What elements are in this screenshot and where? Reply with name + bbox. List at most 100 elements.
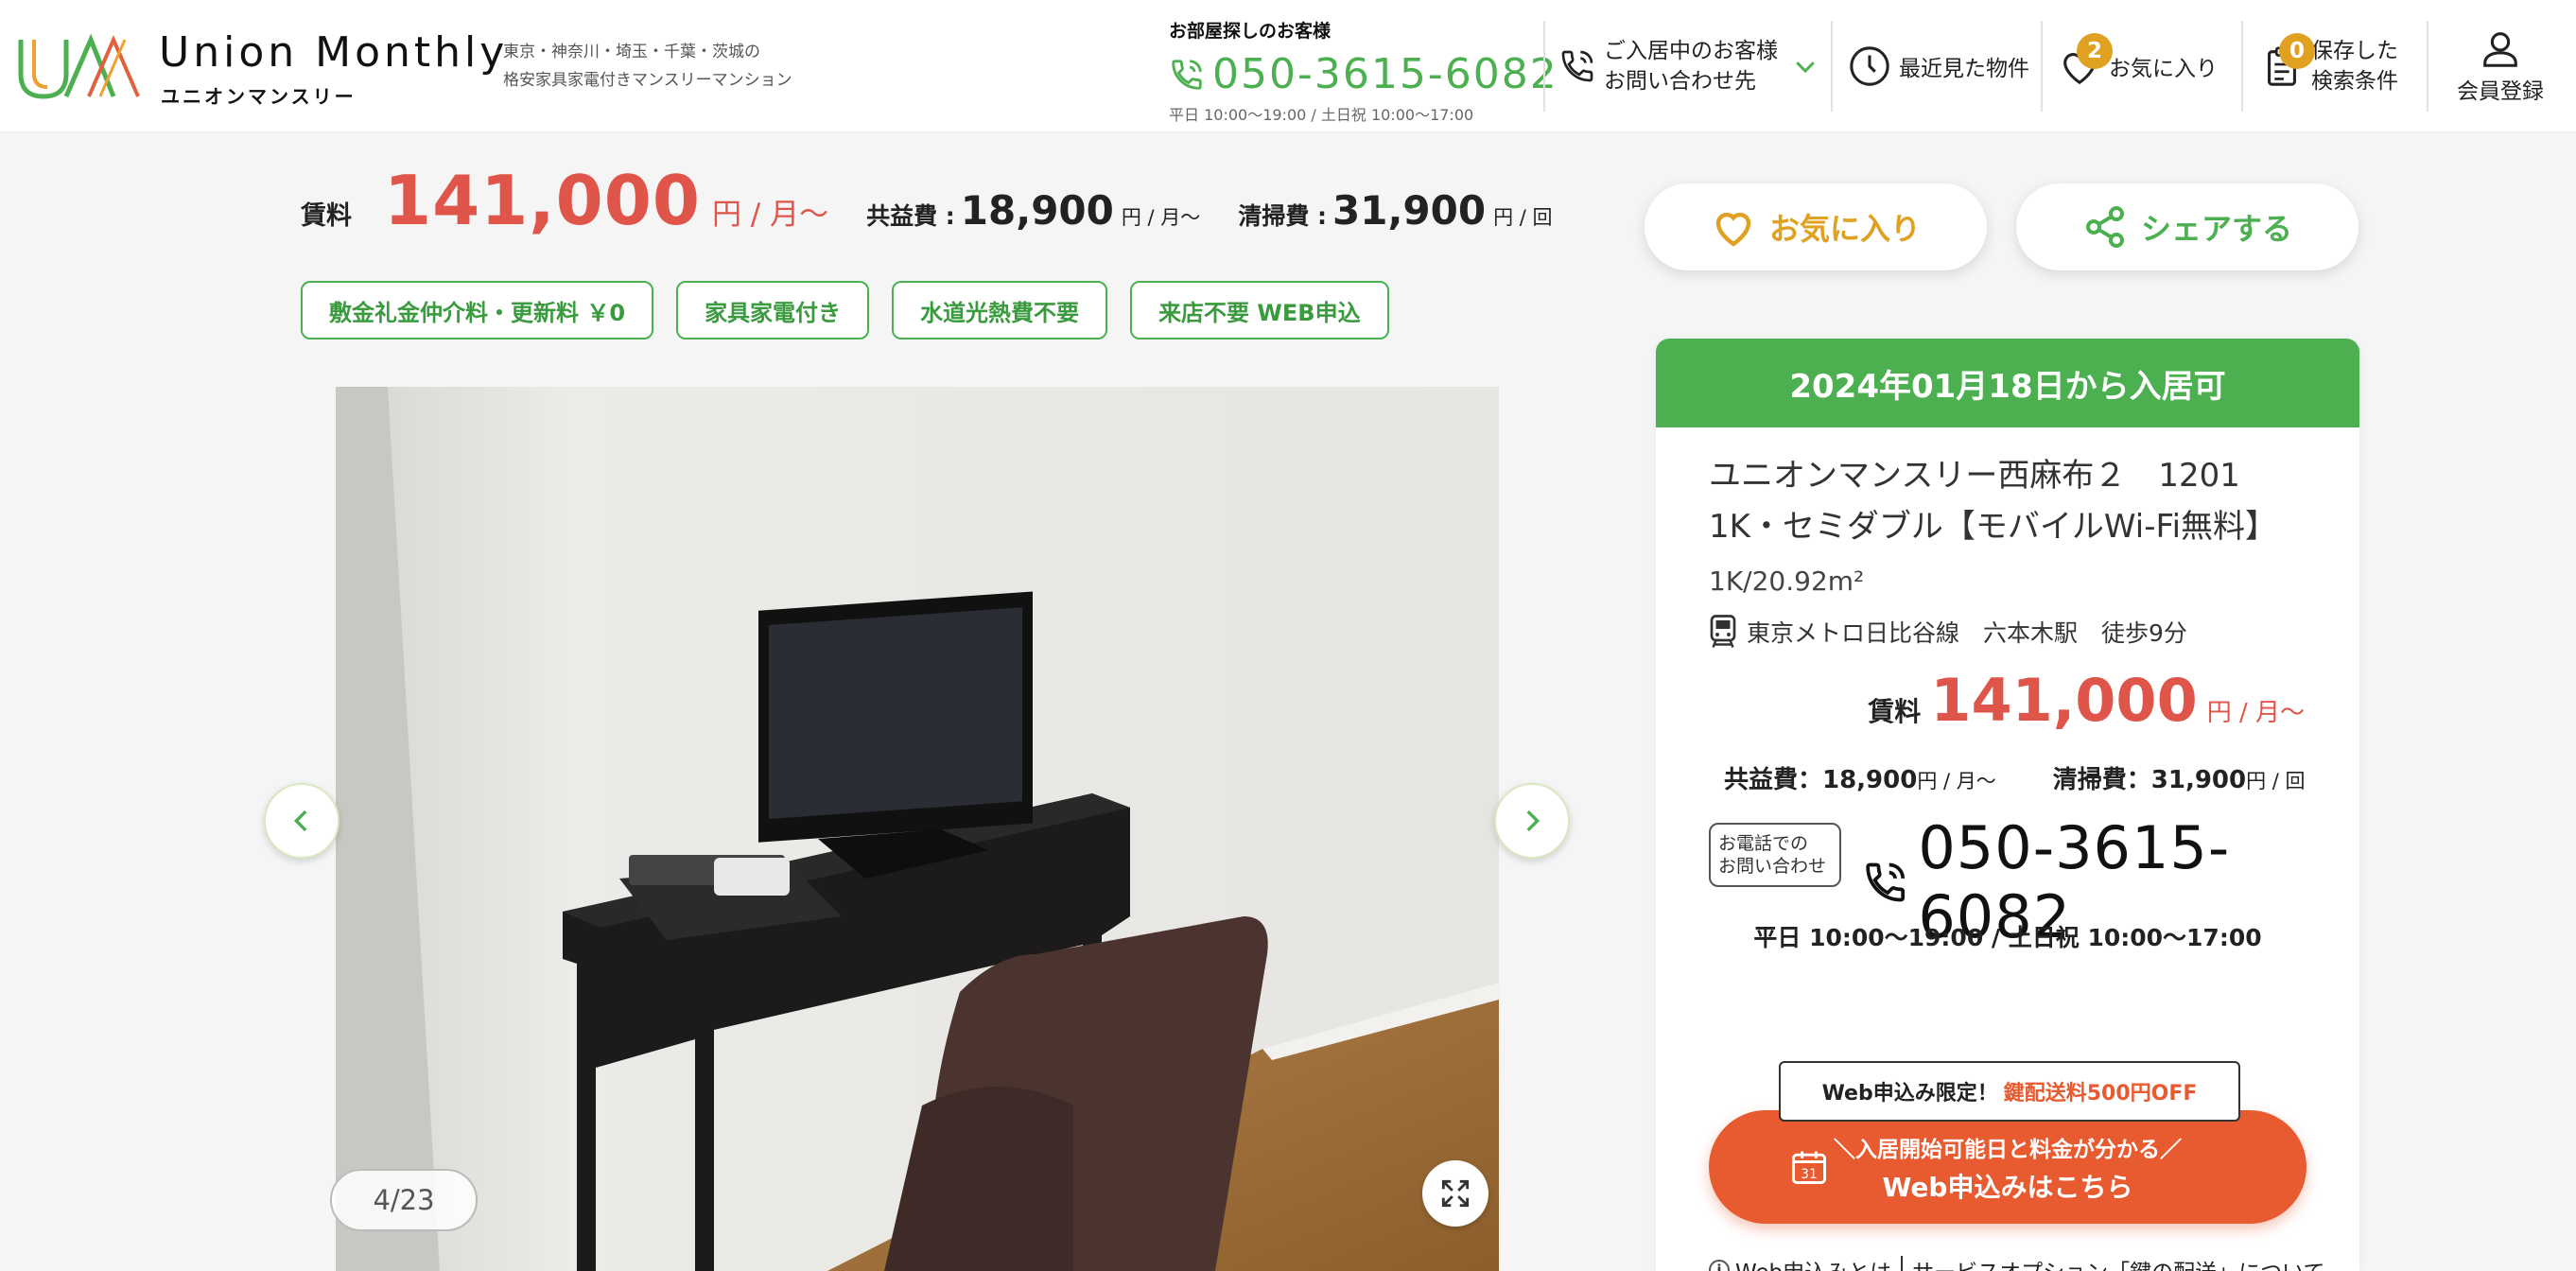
key-delivery-info-link[interactable]: サービスオプション「鍵の配送」について bbox=[1912, 1254, 2324, 1271]
feature-tag: 来店不要 WEB申込 bbox=[1130, 281, 1389, 340]
link-separator bbox=[1901, 1256, 1904, 1271]
phone-label: お部屋探しのお客様 bbox=[1169, 21, 1332, 42]
favorites-count-badge: 2 bbox=[2077, 33, 2113, 69]
clipboard-icon-container: 0 bbox=[2260, 33, 2315, 88]
card-common-fee: 共益費：18,900円 / 月〜 bbox=[1724, 760, 1996, 795]
rent-label: 賃料 bbox=[301, 201, 352, 231]
union-monthly-logo[interactable] bbox=[15, 32, 146, 104]
recently-viewed-link[interactable]: 最近見た物件 bbox=[1848, 21, 2029, 112]
resident-contact-label: ご入居中のお客様 お問い合わせ先 bbox=[1604, 36, 1778, 96]
header-divider bbox=[1831, 21, 1833, 112]
info-icon: i bbox=[1709, 1260, 1730, 1271]
header-divider bbox=[2241, 21, 2243, 112]
card-common-fee-value: 共益費：18,900 bbox=[1724, 766, 1918, 794]
card-rent-label: 賃料 bbox=[1868, 696, 1922, 727]
card-phone-hours: 平日 10:00〜19:00 / 土日祝 10:00〜17:00 bbox=[1753, 924, 2262, 951]
heart-icon-container: 2 bbox=[2058, 33, 2113, 88]
cleaning-fee-unit: 円 / 回 bbox=[1493, 206, 1553, 229]
card-cleaning-fee: 清掃費：31,900円 / 回 bbox=[2053, 760, 2306, 795]
web-apply-label: Web申込みはこちら bbox=[1882, 1172, 2133, 1203]
common-fee-label: 共益費 : bbox=[866, 202, 955, 230]
expand-icon bbox=[1441, 1179, 1470, 1208]
web-apply-info-link[interactable]: Web申込みとは bbox=[1735, 1254, 1891, 1271]
promo-prefix: Web申込み限定！ bbox=[1821, 1082, 1998, 1106]
favorite-button-label: お気に入り bbox=[1768, 211, 1921, 247]
photo-counter: 4/23 bbox=[330, 1169, 478, 1231]
saved-searches-line-2: 検索条件 bbox=[2311, 69, 2398, 94]
resident-contact-menu[interactable]: ご入居中のお客様 お問い合わせ先 bbox=[1558, 21, 1819, 112]
share-button[interactable]: シェアする bbox=[2016, 183, 2358, 270]
feature-tag: 敷金礼金仲介料・更新料 ￥0 bbox=[301, 281, 654, 340]
card-price: 賃料 141,000 円 / 月〜 bbox=[1868, 666, 2305, 735]
user-icon bbox=[2483, 32, 2517, 67]
logo-subtitle: ユニオンマンスリー bbox=[161, 85, 357, 108]
favorite-button[interactable]: お気に入り bbox=[1645, 183, 1987, 270]
feature-tags: 敷金礼金仲介料・更新料 ￥0 家具家電付き 水道光熱費不要 来店不要 WEB申込 bbox=[301, 281, 1389, 340]
clock-icon-container bbox=[1848, 44, 1891, 88]
phone-icon bbox=[1561, 50, 1593, 82]
register-label: 会員登録 bbox=[2457, 79, 2544, 104]
cleaning-fee-value: 31,900 bbox=[1332, 187, 1487, 234]
card-rent-unit: 円 / 月〜 bbox=[2206, 699, 2305, 727]
card-cleaning-fee-unit: 円 / 回 bbox=[2246, 770, 2306, 792]
chevron-right-icon bbox=[1526, 810, 1540, 832]
saved-searches-line-1: 保存した bbox=[2311, 39, 2398, 63]
rent-value: 141,000 bbox=[384, 161, 701, 240]
header-phone-hours: 平日 10:00〜19:00 / 土日祝 10:00〜17:00 bbox=[1169, 106, 1474, 124]
cleaning-fee-label: 清掃費 : bbox=[1238, 202, 1328, 230]
property-station: 東京メトロ日比谷線 六本木駅 徒歩9分 bbox=[1709, 615, 2187, 649]
site-header: Union Monthly ユニオンマンスリー 東京・神奈川・埼玉・千葉・茨城の… bbox=[0, 0, 2576, 132]
next-photo-button[interactable] bbox=[1494, 783, 1570, 859]
previous-photo-button[interactable] bbox=[264, 783, 339, 859]
resident-contact-line-2: お問い合わせ先 bbox=[1604, 69, 1756, 94]
station-text: 東京メトロ日比谷線 六本木駅 徒歩9分 bbox=[1747, 619, 2187, 647]
availability-banner: 2024年01月18日から入居可 bbox=[1656, 339, 2359, 427]
card-rent-value: 141,000 bbox=[1930, 666, 2198, 735]
property-info-card: 2024年01月18日から入居可 ユニオンマンスリー西麻布２ 1201 1K・セ… bbox=[1656, 339, 2359, 1271]
common-fee-unit: 円 / 月〜 bbox=[1121, 206, 1201, 229]
chevron-down-icon bbox=[1796, 61, 1815, 74]
site-tagline: 東京・神奈川・埼玉・千葉・茨城の 格安家具家電付きマンスリーマンション bbox=[503, 38, 825, 95]
clock-icon bbox=[1850, 46, 1889, 86]
property-size: 1K/20.92m² bbox=[1709, 566, 1865, 597]
web-apply-button[interactable]: 31 ＼入居開始可能日と料金が分かる／ Web申込みはこちら bbox=[1709, 1110, 2306, 1224]
card-footer-links: i Web申込みとは サービスオプション「鍵の配送」について bbox=[1709, 1254, 2324, 1271]
tagline-line-1: 東京・神奈川・埼玉・千葉・茨城の bbox=[503, 43, 760, 61]
share-icon bbox=[2085, 206, 2124, 248]
web-apply-subtitle: ＼入居開始可能日と料金が分かる／ bbox=[1834, 1138, 2182, 1162]
property-title: ユニオンマンスリー西麻布２ 1201 1K・セミダブル【モバイルWi-Fi無料】 bbox=[1709, 457, 2278, 546]
property-photo[interactable] bbox=[336, 387, 1499, 1271]
resident-contact-line-1: ご入居中のお客様 bbox=[1604, 39, 1778, 63]
feature-tag: 水道光熱費不要 bbox=[892, 281, 1108, 340]
register-link[interactable]: 会員登録 bbox=[2457, 21, 2544, 112]
web-promo-callout: Web申込み限定！ 鍵配送料500円OFF bbox=[1779, 1061, 2240, 1122]
card-common-fee-unit: 円 / 月〜 bbox=[1917, 770, 1996, 792]
saved-searches-link[interactable]: 0 保存した 検索条件 bbox=[2260, 21, 2398, 112]
card-cleaning-fee-value: 清掃費：31,900 bbox=[2052, 766, 2247, 794]
fullscreen-button[interactable] bbox=[1422, 1160, 1488, 1227]
phone-inquiry-line-2: お問い合わせ bbox=[1718, 856, 1827, 877]
price-summary: 賃料 141,000 円 / 月〜 共益費 : 18,900 円 / 月〜 清掃… bbox=[301, 161, 1591, 240]
favorites-link[interactable]: 2 お気に入り bbox=[2058, 21, 2218, 112]
favorites-label: お気に入り bbox=[2109, 57, 2218, 81]
header-phone-link[interactable]: 050-3615-6082 bbox=[1169, 50, 1558, 98]
promo-highlight: 鍵配送料500円OFF bbox=[2003, 1082, 2198, 1106]
card-fees: 共益費：18,900円 / 月〜 清掃費：31,900円 / 回 bbox=[1724, 760, 2306, 795]
logo-title: Union Monthly bbox=[159, 28, 509, 77]
phone-icon-container bbox=[1558, 47, 1596, 85]
chevron-left-icon bbox=[293, 810, 307, 832]
header-phone-number: 050-3615-6082 bbox=[1212, 50, 1558, 98]
feature-tag: 家具家電付き bbox=[676, 281, 870, 340]
train-icon bbox=[1710, 615, 1736, 648]
tagline-line-2: 格安家具家電付きマンスリーマンション bbox=[503, 71, 792, 90]
phone-inquiry-label: お電話での お問い合わせ bbox=[1709, 823, 1841, 887]
heart-icon bbox=[1715, 212, 1751, 247]
share-button-label: シェアする bbox=[2140, 211, 2292, 247]
phone-icon bbox=[1866, 862, 1906, 902]
header-phone-block: お部屋探しのお客様 050-3615-6082 平日 10:00〜19:00 /… bbox=[1169, 17, 1558, 125]
header-divider bbox=[2041, 21, 2043, 112]
room-photo-illustration bbox=[336, 387, 1499, 1271]
saved-searches-count-badge: 0 bbox=[2279, 33, 2315, 69]
recently-viewed-label: 最近見た物件 bbox=[1899, 57, 2029, 81]
phone-inquiry-line-1: お電話での bbox=[1718, 833, 1809, 854]
